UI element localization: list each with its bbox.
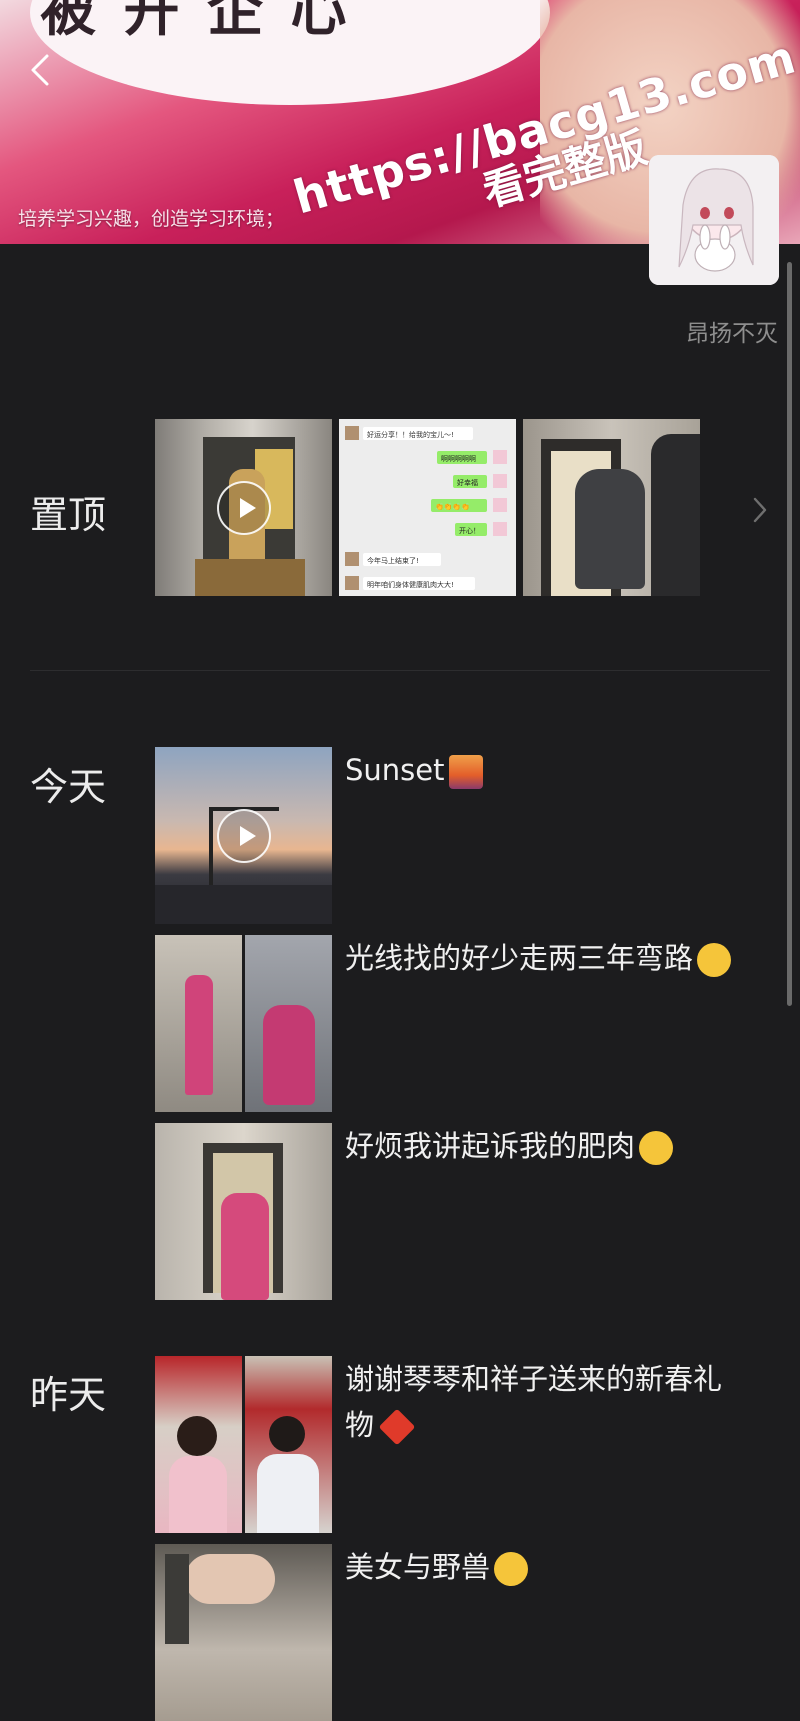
post-photo-thumb[interactable] [155, 1356, 332, 1533]
pinned-photo-thumb[interactable] [523, 419, 700, 596]
svg-text:今年马上结束了!: 今年马上结束了! [367, 556, 419, 565]
back-button[interactable] [22, 50, 58, 90]
profile-username[interactable]: 昂扬不灭 [686, 314, 778, 348]
post-caption: 好烦我讲起诉我的肥肉 [345, 1123, 745, 1169]
sunset-emoji-icon [448, 755, 483, 789]
floor-mat [195, 559, 305, 596]
hooded-figure [575, 469, 645, 589]
post-video-thumb[interactable] [155, 747, 332, 924]
arm [185, 1554, 275, 1604]
pinned-chat-screenshot[interactable]: 好运分享！！给我的宝儿～! 啊啊啊啊啊 好幸福 👏👏👏👏 开心！ 今年马上结束了… [339, 419, 516, 596]
play-icon[interactable] [216, 480, 271, 535]
post-photo-thumb[interactable] [155, 1123, 332, 1300]
cover-caption: 培养学习兴趣，创造学习环境； [18, 208, 285, 230]
svg-text:好幸福: 好幸福 [457, 478, 478, 487]
street-scooters [155, 885, 332, 924]
photo-right [245, 1356, 332, 1533]
mirror-reflection [651, 434, 700, 596]
post-photo-thumb[interactable] [155, 935, 332, 1112]
chevron-right-icon[interactable] [752, 496, 768, 524]
post-item[interactable]: Sunset [155, 747, 755, 924]
photo-left [155, 935, 242, 1112]
post-item[interactable]: 谢谢琴琴和祥子送来的新春礼物 [155, 1356, 755, 1533]
laugh-emoji-icon [639, 1131, 674, 1165]
section-label-pinned: 置顶 [30, 493, 107, 537]
pinned-posts: 好运分享！！给我的宝儿～! 啊啊啊啊啊 好幸福 👏👏👏👏 开心！ 今年马上结束了… [155, 419, 700, 596]
post-caption: Sunset [345, 747, 745, 793]
chat-screenshot-image: 好运分享！！给我的宝儿～! 啊啊啊啊啊 好幸福 👏👏👏👏 开心！ 今年马上结束了… [339, 419, 516, 596]
section-label-yesterday: 昨天 [30, 1373, 107, 1417]
scrollbar[interactable] [787, 262, 792, 1006]
person-figure [221, 1193, 269, 1300]
post-caption: 光线找的好少走两三年弯路 [345, 935, 745, 981]
red-diamond-emoji-icon [378, 1408, 416, 1446]
svg-text:开心！: 开心！ [459, 527, 480, 535]
post-caption: 谢谢琴琴和祥子送来的新春礼物 [345, 1356, 745, 1448]
svg-text:啊啊啊啊啊: 啊啊啊啊啊 [441, 455, 476, 463]
svg-text:👏👏👏👏: 👏👏👏👏 [435, 502, 470, 511]
section-label-today: 今天 [30, 765, 107, 809]
play-icon[interactable] [216, 808, 271, 863]
photo-right [245, 935, 332, 1112]
post-item[interactable]: 光线找的好少走两三年弯路 [155, 935, 755, 1112]
svg-text:好运分享！！给我的宝儿～!: 好运分享！！给我的宝儿～! [367, 430, 454, 439]
photo-left [155, 1356, 242, 1533]
traffic-light-pole [209, 807, 213, 887]
smile-emoji-icon [494, 1552, 529, 1586]
smile-emoji-icon [697, 943, 732, 977]
avatar[interactable] [649, 155, 779, 285]
post-photo-thumb[interactable] [155, 1544, 332, 1721]
post-item[interactable]: 好烦我讲起诉我的肥肉 [155, 1123, 755, 1300]
cover-bubble-text: 被 开 企 心 [40, 0, 351, 44]
post-caption: 美女与野兽 [345, 1544, 745, 1590]
svg-text:明年咱们身体健康肌肉大大!: 明年咱们身体健康肌肉大大! [367, 580, 454, 589]
section-divider [30, 670, 770, 671]
pinned-video-thumb[interactable] [155, 419, 332, 596]
anime-girl-avatar-icon [649, 155, 779, 285]
post-item[interactable]: 美女与野兽 [155, 1544, 755, 1721]
chevron-left-icon [31, 54, 49, 86]
